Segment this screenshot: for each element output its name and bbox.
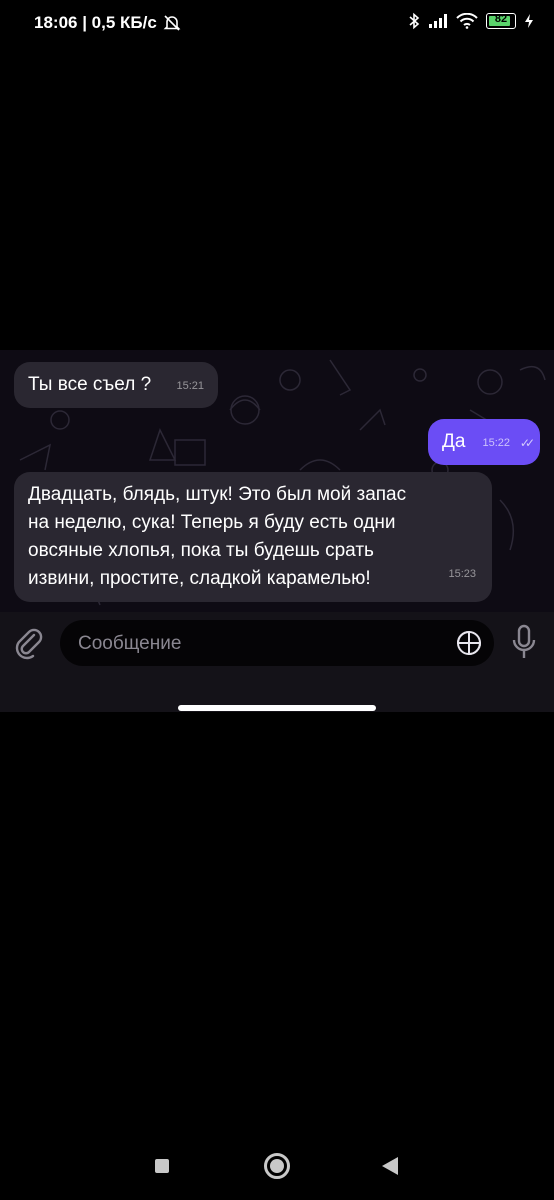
back-button[interactable] <box>382 1157 398 1175</box>
status-bar: 18:06 | 0,5 КБ/с 82 <box>0 0 554 50</box>
message-incoming[interactable]: Ты все съел ? 15:21 <box>14 362 218 408</box>
double-check-icon: ✓✓ <box>519 436 535 450</box>
message-time: 15:22 <box>482 437 510 449</box>
mute-bell-icon <box>163 15 181 31</box>
wifi-icon <box>456 13 478 29</box>
message-input-placeholder: Сообщение <box>78 633 182 654</box>
message-incoming[interactable]: Двадцать, блядь, штук! Это был мой запас… <box>14 472 492 602</box>
message-time: 15:23 <box>448 568 476 580</box>
charging-icon <box>525 14 533 28</box>
message-text: Двадцать, блядь, штук! Это был мой запас… <box>28 484 407 589</box>
sticker-icon[interactable] <box>456 630 482 656</box>
chat-area[interactable]: Ты все съел ? 15:21 Да 15:22 ✓✓ Двадцать… <box>0 350 554 612</box>
attachment-icon[interactable] <box>12 626 46 660</box>
microphone-icon[interactable] <box>510 624 538 662</box>
message-time: 15:21 <box>176 380 204 392</box>
status-left: 18:06 | 0,5 КБ/с <box>34 13 181 33</box>
system-nav-bar <box>0 1140 554 1200</box>
battery-icon: 82 <box>486 13 516 29</box>
message-composer: Сообщение <box>0 612 554 674</box>
battery-percent: 82 <box>494 13 508 25</box>
signal-icon <box>429 14 447 28</box>
status-time-speed: 18:06 | 0,5 КБ/с <box>34 13 157 32</box>
status-right: 82 <box>408 12 534 30</box>
message-input[interactable]: Сообщение <box>60 620 494 666</box>
bluetooth-icon <box>409 12 420 30</box>
message-outgoing[interactable]: Да 15:22 ✓✓ <box>428 419 540 465</box>
home-indicator[interactable] <box>178 705 376 711</box>
recents-button[interactable] <box>155 1159 169 1173</box>
message-text: Ты все съел ? <box>28 374 152 395</box>
message-text: Да <box>442 431 466 452</box>
home-button[interactable] <box>264 1153 290 1179</box>
